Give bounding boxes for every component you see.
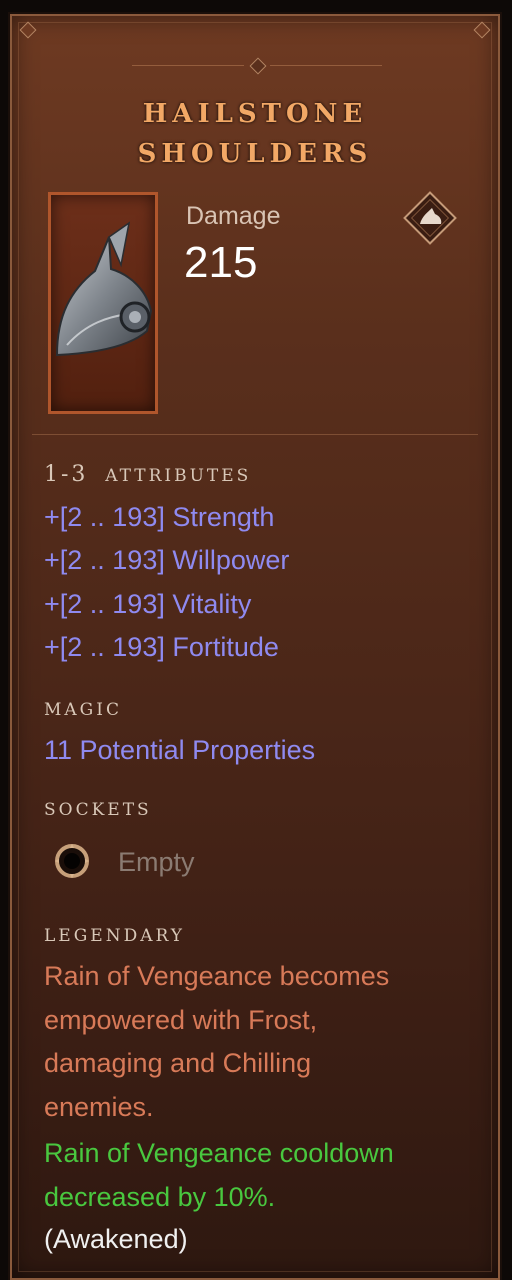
bonus-line: decreased by 10%. bbox=[44, 1182, 276, 1212]
attribute-line: +[2 .. 193] Willpower bbox=[44, 545, 290, 575]
item-title-line-1: HAILSTONE bbox=[142, 99, 368, 129]
stat-label: Damage bbox=[186, 202, 281, 230]
item-tooltip: HAILSTONE SHOULDERS Damage 215 1-3 ATTRI… bbox=[10, 14, 500, 1280]
corner-ornament bbox=[473, 21, 491, 39]
awakened-status: (Awakened) bbox=[44, 1224, 188, 1254]
shoulders-slot-icon[interactable] bbox=[402, 190, 458, 246]
sockets-heading: SOCKETS bbox=[44, 800, 152, 820]
pauldron-armor-icon bbox=[55, 221, 153, 357]
attribute-line: +[2 .. 193] Strength bbox=[44, 502, 275, 532]
corner-ornament bbox=[19, 21, 37, 39]
attribute-line: +[2 .. 193] Vitality bbox=[44, 589, 252, 619]
magic-heading: MAGIC bbox=[44, 700, 122, 720]
attribute-line: +[2 .. 193] Fortitude bbox=[44, 632, 279, 662]
socket-empty-label: Empty bbox=[118, 847, 195, 877]
item-title-line-2: SHOULDERS bbox=[137, 139, 373, 169]
legendary-effect-line: damaging and Chilling bbox=[44, 1048, 312, 1078]
legendary-effect-line: enemies. bbox=[44, 1092, 154, 1122]
attributes-count: 1-3 bbox=[44, 462, 89, 487]
legendary-heading: LEGENDARY bbox=[44, 926, 185, 946]
legendary-effect-line: Rain of Vengeance becomes bbox=[44, 961, 390, 991]
section-divider bbox=[32, 434, 478, 435]
item-title: HAILSTONE SHOULDERS bbox=[12, 94, 498, 174]
attributes-heading: 1-3 ATTRIBUTES bbox=[44, 462, 251, 487]
stat-value: 215 bbox=[184, 238, 258, 287]
title-divider bbox=[132, 65, 244, 66]
title-ornament bbox=[249, 57, 267, 75]
empty-socket-icon[interactable] bbox=[54, 843, 90, 879]
bonus-line: Rain of Vengeance cooldown bbox=[44, 1138, 394, 1168]
legendary-effect-line: empowered with Frost, bbox=[44, 1005, 318, 1035]
magic-properties: 11 Potential Properties bbox=[44, 735, 316, 765]
attributes-title: ATTRIBUTES bbox=[105, 466, 252, 486]
item-icon-frame[interactable] bbox=[48, 192, 158, 414]
title-divider bbox=[270, 65, 382, 66]
